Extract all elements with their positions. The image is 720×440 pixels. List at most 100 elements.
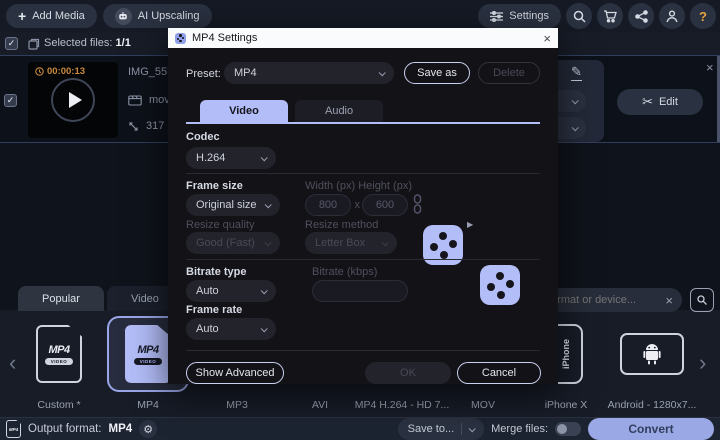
preset-dropdown[interactable]: MP4 [224,62,394,84]
width-height-labels: Width (px) Height (px) [305,180,412,192]
app-logo-icon [175,33,186,44]
rename-pencil-icon[interactable]: ✎ [571,64,582,81]
ai-upscaling-label: AI Upscaling [138,10,200,22]
duration-badge: 00:00:13 [35,66,85,77]
divider [186,350,540,351]
divider [461,423,462,435]
top-bar-right: Settings ? [478,3,716,29]
selected-files-count: 1/1 [116,37,131,49]
resize-method-label: Resize method [305,219,378,231]
settings-button[interactable]: Settings [478,4,561,28]
top-bar-left: + Add Media AI Upscaling [6,4,212,28]
resize-quality-dropdown: Good (Fast) [186,232,280,254]
share-icon [635,10,648,23]
plus-icon: + [18,8,26,24]
height-input: 600 [362,194,408,216]
dimension-separator: x [355,199,361,211]
resize-method-dropdown: Letter Box [305,232,397,254]
chevron-down-icon [572,97,579,104]
mp4-file-icon: MP4VIDEO [125,325,171,383]
mp4-settings-dialog: MP4 Settings × Preset: MP4 Save as Delet… [168,28,558,384]
scissors-icon: ✂ [642,94,653,110]
clear-search-icon[interactable]: × [665,293,673,308]
chevron-down-icon [382,239,389,246]
gear-icon: ⚙ [143,423,153,436]
bitrate-input [312,280,408,302]
delete-button: Delete [478,62,540,84]
cancel-button[interactable]: Cancel [457,362,541,384]
tab-popular[interactable]: Popular [18,286,104,311]
chevron-down-icon [379,69,386,76]
save-as-button[interactable]: Save as [404,62,470,84]
chevron-down-icon [261,325,268,332]
add-media-button[interactable]: + Add Media [6,4,97,28]
close-icon[interactable]: × [543,31,551,46]
codec-dropdown[interactable]: H.264 [186,147,276,169]
frame-size-dropdown[interactable]: Original size [186,194,280,216]
format-tile-custom[interactable]: MP4VIDEO [20,318,98,390]
resize-preview-after-icon [480,265,520,305]
frame-size-label: Frame size [186,180,243,192]
clock-icon [35,67,44,76]
output-file-icon: MP4 [6,420,21,438]
chevron-down-icon [572,124,579,131]
bitrate-type-label: Bitrate type [186,266,247,278]
ok-button: OK [365,362,451,384]
tab-audio-settings[interactable]: Audio [295,100,383,122]
ai-upscaling-button[interactable]: AI Upscaling [103,4,212,28]
dialog-tabs: Video Audio [200,100,383,122]
scroll-left-icon[interactable]: ‹ [9,350,16,376]
chevron-down-icon [261,154,268,161]
show-advanced-button[interactable]: Show Advanced [186,362,284,384]
chevron-down-icon [265,201,272,208]
search-icon [573,10,586,23]
file-checkbox[interactable]: ✓ [4,94,17,107]
cart-button[interactable] [597,3,623,29]
output-format-label: Output format: [28,423,102,435]
bitrate-type-dropdown[interactable]: Auto [186,280,276,302]
width-label: Width (px) [305,180,355,192]
play-button[interactable] [51,78,95,122]
link-aspect-icon[interactable] [413,194,422,214]
edit-button[interactable]: ✂ Edit [617,89,703,115]
save-to-button[interactable]: Save to... [398,418,484,440]
convert-button[interactable]: Convert [588,418,714,440]
remove-file-icon[interactable]: × [706,60,714,75]
device-search-icon [696,294,708,306]
dialog-title-bar[interactable]: MP4 Settings × [168,28,558,48]
help-button[interactable]: ? [690,3,716,29]
file-container: mov [128,94,170,106]
merge-files-toggle[interactable] [555,422,581,436]
add-media-label: Add Media [32,10,85,22]
file-size: 317 KB [128,120,168,132]
output-format-value: MP4 [109,423,133,435]
android-tablet-icon [620,333,684,375]
format-tile-android[interactable] [613,318,691,390]
settings-label: Settings [509,10,549,22]
selected-files-label: Selected files: 1/1 [44,37,131,49]
copy-files-icon [28,38,40,50]
mp4-file-icon: MP4VIDEO [36,325,82,383]
device-search-button[interactable] [690,288,714,312]
toggle-knob [557,424,567,434]
frame-rate-dropdown[interactable]: Auto [186,318,276,340]
height-label: Height (px) [358,180,412,192]
format-search-input[interactable] [548,294,661,306]
frame-rate-label: Frame rate [186,304,242,316]
search-button[interactable] [566,3,592,29]
select-all-checkbox[interactable]: ✓ [5,37,18,50]
format-label: Android - 1280x7... [597,399,707,411]
person-icon [666,10,678,23]
share-button[interactable] [628,3,654,29]
width-input: 800 [305,194,351,216]
ai-robot-icon [115,8,132,25]
scroll-right-icon[interactable]: › [699,350,706,376]
tab-video-settings[interactable]: Video [200,100,288,122]
help-icon: ? [699,9,707,24]
resize-arrow-icon: ▶ [467,220,473,229]
cart-icon [603,10,617,23]
format-tabs: Popular Video [18,286,183,311]
output-settings-button[interactable]: ⚙ [139,420,157,438]
account-button[interactable] [659,3,685,29]
dialog-title: MP4 Settings [192,32,257,44]
